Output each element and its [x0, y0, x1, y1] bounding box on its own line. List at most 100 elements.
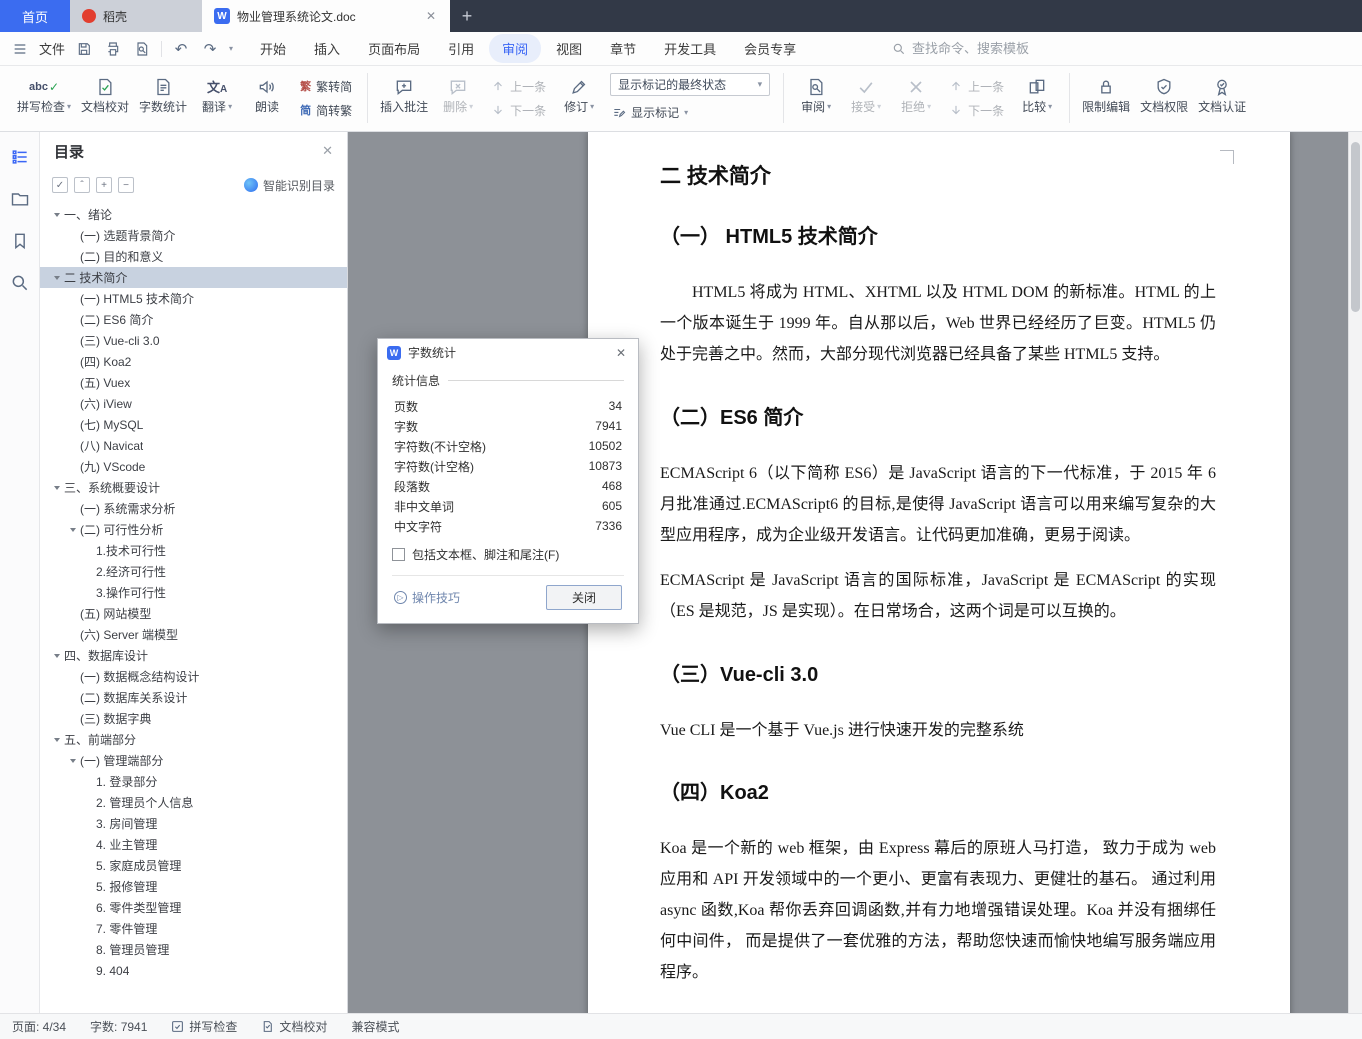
toc-item[interactable]: (二) 数据库关系设计	[40, 687, 347, 708]
track-changes-button[interactable]: 修订 ▾	[554, 68, 604, 128]
tab-docer[interactable]: 稻壳	[70, 0, 202, 32]
simp-to-trad-button[interactable]: 简 简转繁	[294, 100, 358, 121]
undo-icon[interactable]: ↶	[171, 39, 191, 59]
chevron-down-icon[interactable]	[50, 653, 64, 658]
ribbon-tab[interactable]: 引用	[435, 34, 487, 63]
chevron-down-icon[interactable]	[50, 485, 64, 490]
close-tab-icon[interactable]: ✕	[424, 9, 438, 23]
chevron-down-icon[interactable]	[66, 758, 80, 763]
expand-level-icon[interactable]: +	[96, 177, 112, 193]
home-tab[interactable]: 首页	[0, 0, 70, 32]
dialog-close-icon[interactable]: ✕	[613, 346, 629, 360]
command-search[interactable]	[892, 41, 1062, 56]
prev-comment-button[interactable]: 上一条	[485, 76, 552, 97]
collapse-level-icon[interactable]: −	[118, 177, 134, 193]
redo-icon[interactable]: ↷	[200, 39, 220, 59]
ribbon-tab[interactable]: 开始	[247, 34, 299, 63]
toc-item[interactable]: 五、前端部分	[40, 729, 347, 750]
ribbon-tab[interactable]: 审阅	[489, 34, 542, 63]
toc-item[interactable]: (六) Server 端模型	[40, 624, 347, 645]
toc-pane-icon[interactable]	[9, 146, 31, 168]
toc-item[interactable]: 2. 管理员个人信息	[40, 792, 347, 813]
toc-item[interactable]: (四) Koa2	[40, 351, 347, 372]
close-dialog-button[interactable]: 关闭	[546, 585, 622, 610]
document-paragraph[interactable]: （四）Koa2	[660, 776, 1216, 805]
document-paragraph[interactable]: （二）ES6 简介	[660, 401, 1216, 430]
toc-item[interactable]: (三) Vue-cli 3.0	[40, 330, 347, 351]
scrollbar-thumb[interactable]	[1351, 142, 1360, 312]
compat-mode-indicator[interactable]: 兼容模式	[351, 1018, 399, 1035]
chevron-down-icon[interactable]	[50, 275, 64, 280]
new-tab-button[interactable]: +	[450, 0, 484, 32]
toc-item[interactable]: 2.经济可行性	[40, 561, 347, 582]
document-paragraph[interactable]: Vue CLI 是一个基于 Vue.js 进行快速开发的完整系统	[660, 715, 1216, 746]
ribbon-tab[interactable]: 开发工具	[651, 34, 729, 63]
prev-change-button[interactable]: 上一条	[943, 76, 1010, 97]
toc-item[interactable]: 二 技术简介	[40, 267, 347, 288]
compare-button[interactable]: 比较 ▾	[1012, 68, 1062, 128]
markup-state-select[interactable]: 显示标记的最终状态 ▾	[610, 73, 771, 96]
chevron-down-icon[interactable]	[50, 212, 64, 217]
select-headings-icon[interactable]: ✓	[52, 177, 68, 193]
toc-item[interactable]: (一) 系统需求分析	[40, 498, 347, 519]
close-icon[interactable]: ✕	[322, 143, 333, 159]
bookmark-icon[interactable]	[9, 230, 31, 252]
chevron-down-icon[interactable]	[66, 527, 80, 532]
print-icon[interactable]	[103, 39, 123, 59]
toc-item[interactable]: (六) iView	[40, 393, 347, 414]
toc-item[interactable]: 7. 零件管理	[40, 918, 347, 939]
toc-item[interactable]: (五) Vuex	[40, 372, 347, 393]
collapse-all-icon[interactable]: ˆ	[74, 177, 90, 193]
next-comment-button[interactable]: 下一条	[485, 100, 552, 121]
toc-item[interactable]: (二) 可行性分析	[40, 519, 347, 540]
ribbon-tab[interactable]: 页面布局	[355, 34, 433, 63]
spellcheck-button[interactable]: abc ✓ 拼写检查 ▾	[12, 68, 76, 128]
reject-button[interactable]: 拒绝 ▾	[891, 68, 941, 128]
toc-item[interactable]: (一) 选题背景简介	[40, 225, 347, 246]
file-menu[interactable]: 文件	[39, 39, 65, 58]
statusbar-doc-proof[interactable]: 文档校对	[261, 1018, 327, 1035]
statusbar-spellcheck[interactable]: 拼写检查	[171, 1018, 237, 1035]
toc-item[interactable]: (七) MySQL	[40, 414, 347, 435]
toc-item[interactable]: 3. 房间管理	[40, 813, 347, 834]
tab-document[interactable]: W 物业管理系统论文.doc ✕	[202, 0, 450, 32]
document-paragraph[interactable]: HTML5 将成为 HTML、XHTML 以及 HTML DOM 的新标准。HT…	[660, 277, 1216, 371]
insert-comment-button[interactable]: 插入批注	[375, 68, 433, 128]
restrict-editing-button[interactable]: 限制编辑	[1077, 68, 1135, 128]
search-input[interactable]	[912, 41, 1062, 56]
vertical-scrollbar[interactable]	[1348, 132, 1362, 1013]
toc-item[interactable]: 1. 登录部分	[40, 771, 347, 792]
page-indicator[interactable]: 页面: 4/34	[12, 1018, 66, 1035]
toc-item[interactable]: 3.操作可行性	[40, 582, 347, 603]
search-pane-icon[interactable]	[9, 272, 31, 294]
toc-item[interactable]: 4. 业主管理	[40, 834, 347, 855]
include-footnotes-option[interactable]: 包括文本框、脚注和尾注(F)	[392, 546, 624, 563]
toc-item[interactable]: 1.技术可行性	[40, 540, 347, 561]
document-paragraph[interactable]: ECMAScript 是 JavaScript 语言的国际标准，JavaScri…	[660, 565, 1216, 627]
word-count-indicator[interactable]: 字数: 7941	[90, 1018, 147, 1035]
doc-authentication-button[interactable]: 文档认证	[1193, 68, 1251, 128]
toc-item[interactable]: 9. 404	[40, 960, 347, 981]
document-paragraph[interactable]: （三）Vue-cli 3.0	[660, 658, 1216, 687]
chevron-down-icon[interactable]	[50, 737, 64, 742]
redo-dropdown-icon[interactable]: ▾	[229, 44, 233, 53]
doc-proof-button[interactable]: 文档校对	[76, 68, 134, 128]
translate-button[interactable]: 文A 翻译 ▾	[192, 68, 242, 128]
toc-item[interactable]: (五) 网站模型	[40, 603, 347, 624]
checkbox-unchecked-icon[interactable]	[392, 548, 405, 561]
toc-item[interactable]: 5. 报修管理	[40, 876, 347, 897]
toc-item[interactable]: 8. 管理员管理	[40, 939, 347, 960]
hamburger-menu-icon[interactable]	[10, 39, 30, 59]
ribbon-tab[interactable]: 会员专享	[731, 34, 809, 63]
word-count-button[interactable]: 字数统计	[134, 68, 192, 128]
toc-item[interactable]: (三) 数据字典	[40, 708, 347, 729]
save-icon[interactable]	[74, 39, 94, 59]
delete-comment-button[interactable]: 删除 ▾	[433, 68, 483, 128]
document-page[interactable]: 二 技术简介 （一） HTML5 技术简介 HTML5 将成为 HTML、XHT…	[588, 132, 1290, 1013]
smart-recognize-button[interactable]: 智能识别目录	[243, 177, 335, 194]
print-preview-icon[interactable]	[132, 39, 152, 59]
document-paragraph[interactable]: ECMAScript 6（以下简称 ES6）是 JavaScript 语言的下一…	[660, 458, 1216, 552]
next-change-button[interactable]: 下一条	[943, 100, 1010, 121]
toc-item[interactable]: (二) 目的和意义	[40, 246, 347, 267]
toc-item[interactable]: (一) 管理端部分	[40, 750, 347, 771]
